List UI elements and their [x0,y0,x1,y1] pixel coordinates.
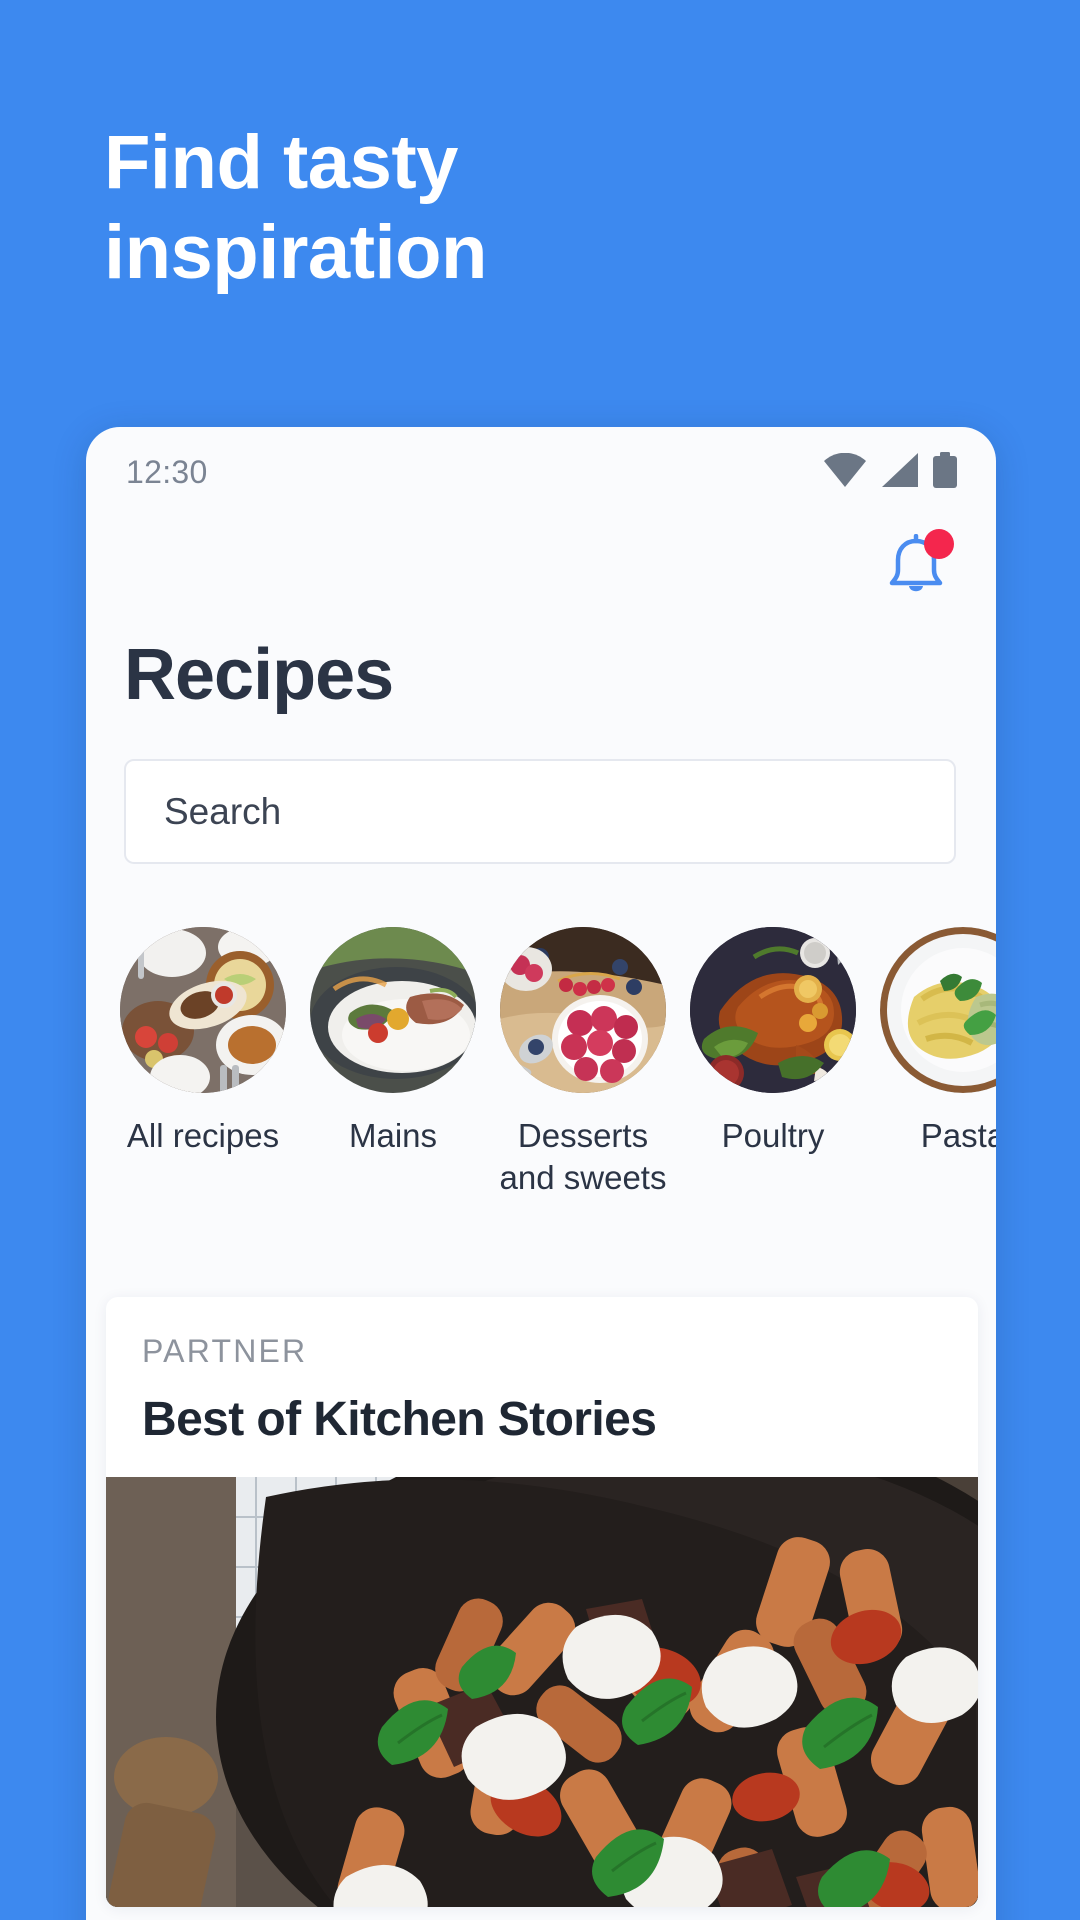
cellular-signal-icon [880,452,918,492]
category-label: Poultry [721,1117,825,1154]
category-item-all-recipes[interactable]: All recipes [108,927,298,1157]
bell-wrapper [870,523,962,615]
category-label: Desserts and sweets [499,1117,667,1197]
category-image-mains [310,927,476,1093]
battery-icon [932,451,958,493]
category-item-mains[interactable]: Mains [298,927,488,1157]
category-image-all-recipes [120,927,286,1093]
category-image-pasta [880,927,996,1093]
status-bar: 12:30 [86,427,996,517]
page-title: Recipes [124,635,394,715]
notification-bell-button[interactable] [870,523,962,615]
notification-badge-dot [924,529,954,559]
phone-mockup: 12:30 Recipes Search All recipes Mains D… [86,427,996,1920]
category-item-desserts[interactable]: Desserts and sweets [488,927,678,1199]
search-placeholder: Search [164,790,282,832]
category-image-desserts [500,927,666,1093]
partner-kicker: PARTNER [142,1333,308,1369]
partner-card-header: PARTNER Best of Kitchen Stories [106,1297,978,1477]
category-image-poultry [690,927,856,1093]
partner-card[interactable]: PARTNER Best of Kitchen Stories [106,1297,978,1907]
wifi-icon [824,452,866,492]
category-item-pasta[interactable]: Pasta [868,927,996,1157]
category-item-poultry[interactable]: Poultry [678,927,868,1157]
promo-screenshot: Find tasty inspiration 12:30 Recipes Sea… [0,0,1080,1920]
category-label: All recipes [126,1117,280,1154]
category-label: Mains [348,1117,438,1154]
promo-headline: Find tasty inspiration [104,120,487,295]
category-carousel[interactable]: All recipes Mains Desserts and sweets Po… [108,927,996,1199]
status-icon-group [824,451,958,493]
status-time: 12:30 [126,453,208,490]
partner-hero-image [106,1477,978,1907]
category-label: Pasta [920,1117,996,1154]
partner-title: Best of Kitchen Stories [142,1393,657,1446]
search-input[interactable]: Search [124,759,956,864]
